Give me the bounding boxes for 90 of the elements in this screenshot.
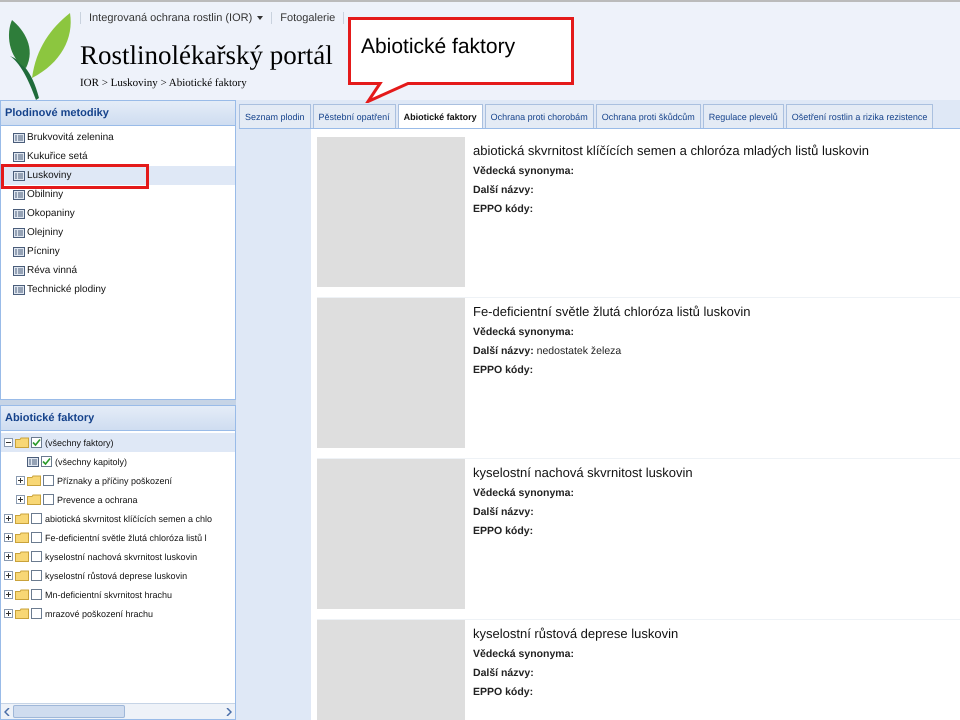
tab[interactable]: Abiotické faktory — [398, 104, 483, 128]
list-icon — [13, 132, 25, 142]
tree-item[interactable]: Příznaky a příčiny poškození — [1, 471, 235, 490]
entry-field: Vědecká synonyma: — [473, 484, 693, 503]
folder-icon — [15, 608, 29, 619]
checkbox[interactable] — [31, 437, 42, 448]
nav-link[interactable]: Fotogalerie — [272, 12, 344, 24]
tree-item[interactable]: Mn-deficientní skvrnitost hrachu — [1, 585, 235, 604]
tree-item[interactable]: Fe-deficientní světle žlutá chloróza listů l — [1, 528, 235, 547]
panel-title: Plodinové metodiky — [1, 101, 235, 126]
folder-icon — [15, 513, 29, 524]
entry-field: EPPO kódy: — [473, 522, 693, 541]
list-icon — [13, 208, 25, 218]
expand-icon[interactable] — [4, 609, 13, 618]
expand-icon[interactable] — [4, 590, 13, 599]
caret-icon — [257, 16, 264, 20]
checkbox[interactable] — [31, 551, 42, 562]
entry-title[interactable]: kyselostní růstová deprese luskovin — [473, 626, 678, 641]
crop-item[interactable]: Kukuřice setá — [1, 147, 235, 166]
list-icon — [13, 190, 25, 200]
tab[interactable]: Ošetření rostlin a rizika rezistence — [786, 104, 934, 128]
expand-icon[interactable] — [4, 552, 13, 561]
portal-title: Rostlinolékařský portál — [80, 40, 334, 71]
callout-text: Abiotické faktory — [361, 35, 516, 59]
folder-icon — [27, 475, 41, 486]
expand-icon[interactable] — [4, 514, 13, 523]
tab[interactable]: Ochrana proti chorobám — [484, 104, 594, 128]
horizontal-scrollbar[interactable] — [1, 703, 235, 719]
tree-item[interactable]: (všechny kapitoly) — [1, 452, 235, 471]
checkbox[interactable] — [31, 608, 42, 619]
entry-field: Vědecká synonyma: — [473, 323, 750, 342]
checkbox[interactable] — [43, 475, 54, 486]
entry-field: Další názvy: — [473, 181, 869, 200]
tab[interactable]: Seznam plodin — [239, 104, 311, 128]
entry-title[interactable]: Fe-deficientní světle žlutá chloróza listů luskovin — [473, 304, 750, 319]
checkbox[interactable] — [31, 532, 42, 543]
crop-item[interactable]: Obilniny — [1, 185, 235, 204]
nav-link[interactable]: Integrovaná ochrana rostlin (IOR) — [80, 12, 272, 24]
entry-title[interactable]: abiotická skvrnitost klíčících semen a chloróza mladých listů luskovin — [473, 143, 869, 158]
folder-icon — [15, 437, 29, 448]
entry-field: EPPO kódy: — [473, 683, 678, 702]
checkbox[interactable] — [31, 570, 42, 581]
crop-item[interactable]: Okopaniny — [1, 204, 235, 223]
expand-icon[interactable] — [16, 495, 25, 504]
tree-item[interactable]: kyselostní nachová skvrnitost luskovin — [1, 547, 235, 566]
expand-icon[interactable] — [4, 571, 13, 580]
crop-item[interactable]: Olejniny — [1, 223, 235, 242]
breadcrumb: IOR > Luskoviny > Abiotické faktory — [80, 77, 248, 89]
tree-item[interactable]: abiotická skvrnitost klíčících semen a chlo — [1, 509, 235, 528]
list-icon — [13, 170, 25, 180]
checkbox[interactable] — [41, 456, 52, 467]
folder-icon — [27, 494, 41, 505]
entry-field: EPPO kódy: — [473, 361, 750, 380]
entry-field: Další názvy: — [473, 503, 693, 522]
checkbox[interactable] — [43, 494, 54, 505]
entry-title[interactable]: kyselostní nachová skvrnitost luskovin — [473, 465, 693, 480]
checkbox[interactable] — [31, 513, 42, 524]
tree-item[interactable]: mrazové poškození hrachu — [1, 604, 235, 623]
entry-field: Vědecká synonyma: — [473, 645, 678, 664]
crop-item[interactable]: Brukvovitá zelenina — [1, 128, 235, 147]
entry-field: Vědecká synonyma: — [473, 162, 869, 181]
expand-icon[interactable] — [4, 533, 13, 542]
expand-icon[interactable] — [16, 476, 25, 485]
tab[interactable]: Ochrana proti škůdcům — [596, 104, 701, 128]
list-icon — [13, 246, 25, 256]
entry-field: Další názvy: — [473, 664, 678, 683]
folder-icon — [15, 532, 29, 543]
list-icon — [13, 266, 25, 276]
folder-icon — [15, 551, 29, 562]
list-icon — [13, 152, 25, 162]
scroll-right-icon[interactable] — [226, 708, 232, 716]
crop-item[interactable]: Pícniny — [1, 242, 235, 261]
tab[interactable]: Regulace plevelů — [702, 104, 784, 128]
collapse-icon[interactable] — [4, 438, 13, 447]
crop-item[interactable]: Réva vinná — [1, 261, 235, 280]
tab[interactable]: Pěstební opatření — [312, 104, 396, 128]
folder-icon — [15, 589, 29, 600]
tree-item[interactable]: Prevence a ochrana — [1, 490, 235, 509]
entry-field: EPPO kódy: — [473, 200, 869, 219]
tree-item[interactable]: (všechny faktory) — [1, 433, 235, 452]
crop-item[interactable]: Technické plodiny — [1, 280, 235, 299]
entry-field: Další názvy: nedostatek železa — [473, 342, 750, 361]
scroll-left-icon[interactable] — [4, 708, 10, 716]
list-icon — [13, 228, 25, 238]
list-icon — [13, 284, 25, 294]
folder-icon — [15, 570, 29, 581]
checkbox[interactable] — [31, 589, 42, 600]
tree-item[interactable]: kyselostní růstová deprese luskovin — [1, 566, 235, 585]
panel-title: Abiotické faktory — [1, 406, 235, 431]
list-icon — [27, 456, 39, 466]
